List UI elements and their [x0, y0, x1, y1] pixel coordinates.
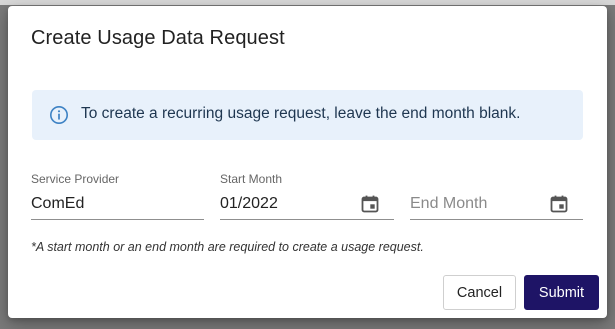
service-provider-label: Service Provider [31, 172, 120, 186]
cancel-button[interactable]: Cancel [443, 275, 516, 310]
create-usage-request-dialog: Create Usage Data Request To create a re… [8, 6, 607, 318]
dialog-title: Create Usage Data Request [31, 27, 285, 49]
calendar-icon[interactable] [360, 194, 380, 214]
info-icon [50, 106, 68, 124]
end-month-underline [410, 219, 583, 220]
backdrop [0, 0, 615, 5]
info-alert: To create a recurring usage request, lea… [32, 90, 583, 140]
start-month-underline [220, 219, 394, 220]
service-provider-input[interactable] [31, 193, 204, 215]
service-provider-underline [31, 219, 204, 220]
start-month-label: Start Month [220, 172, 283, 186]
alert-message: To create a recurring usage request, lea… [81, 105, 521, 122]
required-footnote: *A start month or an end month are requi… [31, 240, 424, 254]
calendar-icon[interactable] [549, 194, 569, 214]
submit-button[interactable]: Submit [524, 275, 599, 310]
